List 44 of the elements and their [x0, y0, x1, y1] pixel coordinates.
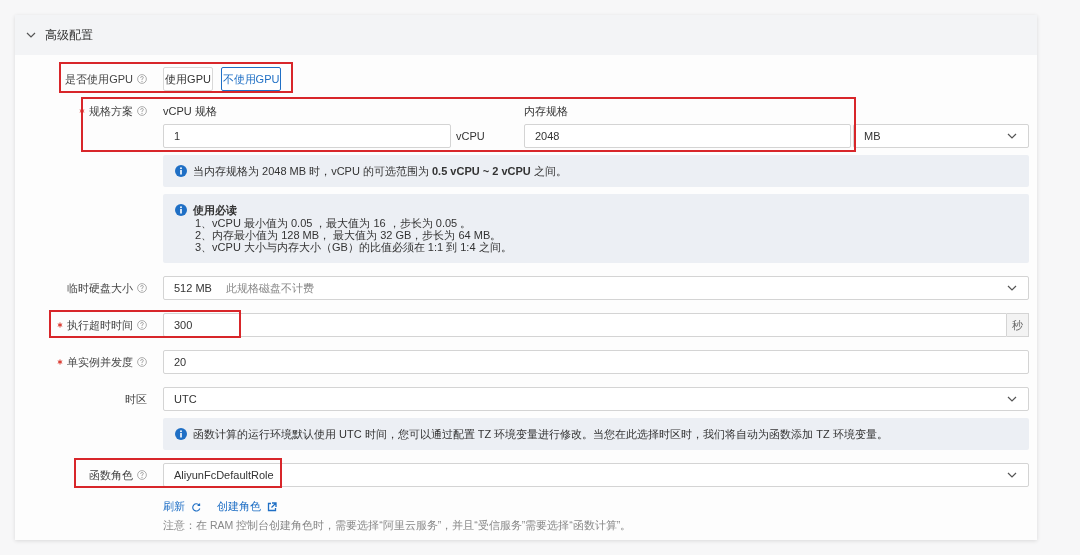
select-field[interactable]: UTC: [163, 387, 1029, 411]
field-caption: vCPU 规格: [163, 104, 218, 118]
field-label: 执行超时时间: [67, 317, 133, 333]
option-button[interactable]: 不使用GPU: [221, 67, 281, 91]
note-text: 注意：在 RAM 控制台创建角色时，需要选择“阿里云服务”，并且“受信服务”需要选择“函数计算”。: [163, 519, 633, 533]
notice-line: 2、内存最小值为 128 MB， 最大值为 32 GB，步长为 64 MB。: [194, 229, 503, 241]
field-label: 规格方案: [89, 103, 133, 119]
refresh-icon[interactable]: [191, 501, 201, 512]
help-icon[interactable]: [137, 106, 147, 116]
notice-line: 3、vCPU 大小与内存大小（GB）的比值必须在 1:1 到 1:4 之间。: [194, 241, 512, 253]
help-icon[interactable]: [137, 470, 147, 480]
field-label: 单实例并发度: [67, 354, 133, 370]
option-button[interactable]: 使用GPU: [163, 67, 213, 91]
help-icon[interactable]: [137, 357, 147, 367]
info-text: 当内存规格为 2048 MB 时，vCPU 的可选范围为 0.5 vCPU ~ 2 vCPU 之间。: [193, 165, 567, 177]
link[interactable]: 创建角色: [217, 499, 277, 514]
section-header[interactable]: 高级配置: [15, 15, 1037, 55]
notice-title: 使用必读: [193, 204, 238, 216]
field-label: 临时硬盘大小: [67, 280, 133, 296]
field-label: 时区: [125, 391, 147, 407]
info-text: 函数计算的运行环境默认使用 UTC 时间，您可以通过配置 TZ 环境变量进行修改。当您在此选择时区时，我们将自动为函数添加 TZ 环境变量。: [193, 428, 888, 440]
info-icon: [175, 165, 187, 177]
unit-addon: 秒: [1007, 313, 1029, 337]
hint-text: 此规格磁盘不计费: [225, 280, 314, 296]
field-label: 函数角色: [89, 467, 133, 483]
external-link-icon[interactable]: [267, 501, 277, 512]
help-icon[interactable]: [137, 320, 147, 330]
link[interactable]: 刷新: [163, 499, 201, 514]
input-field[interactable]: 20: [163, 350, 1029, 374]
input-field[interactable]: 1: [163, 124, 451, 148]
section-title: 高级配置: [45, 26, 93, 44]
notice-line: 1、vCPU 最小值为 0.05 ，最大值为 16 ，步长为 0.05 。: [194, 217, 473, 229]
select-field[interactable]: MB: [853, 124, 1029, 148]
field-caption: 内存规格: [524, 104, 569, 118]
help-icon[interactable]: [137, 283, 147, 293]
select-field[interactable]: 512 MB 此规格磁盘不计费: [163, 276, 1029, 300]
input-field[interactable]: 2048: [524, 124, 851, 148]
field-label: 是否使用GPU: [65, 71, 133, 87]
help-icon[interactable]: [137, 74, 147, 84]
unit-text: vCPU: [455, 130, 486, 142]
select-field[interactable]: AliyunFcDefaultRole: [163, 463, 1029, 487]
input-field[interactable]: 300: [163, 313, 1007, 337]
info-icon: [175, 204, 187, 216]
info-icon: [175, 428, 187, 440]
